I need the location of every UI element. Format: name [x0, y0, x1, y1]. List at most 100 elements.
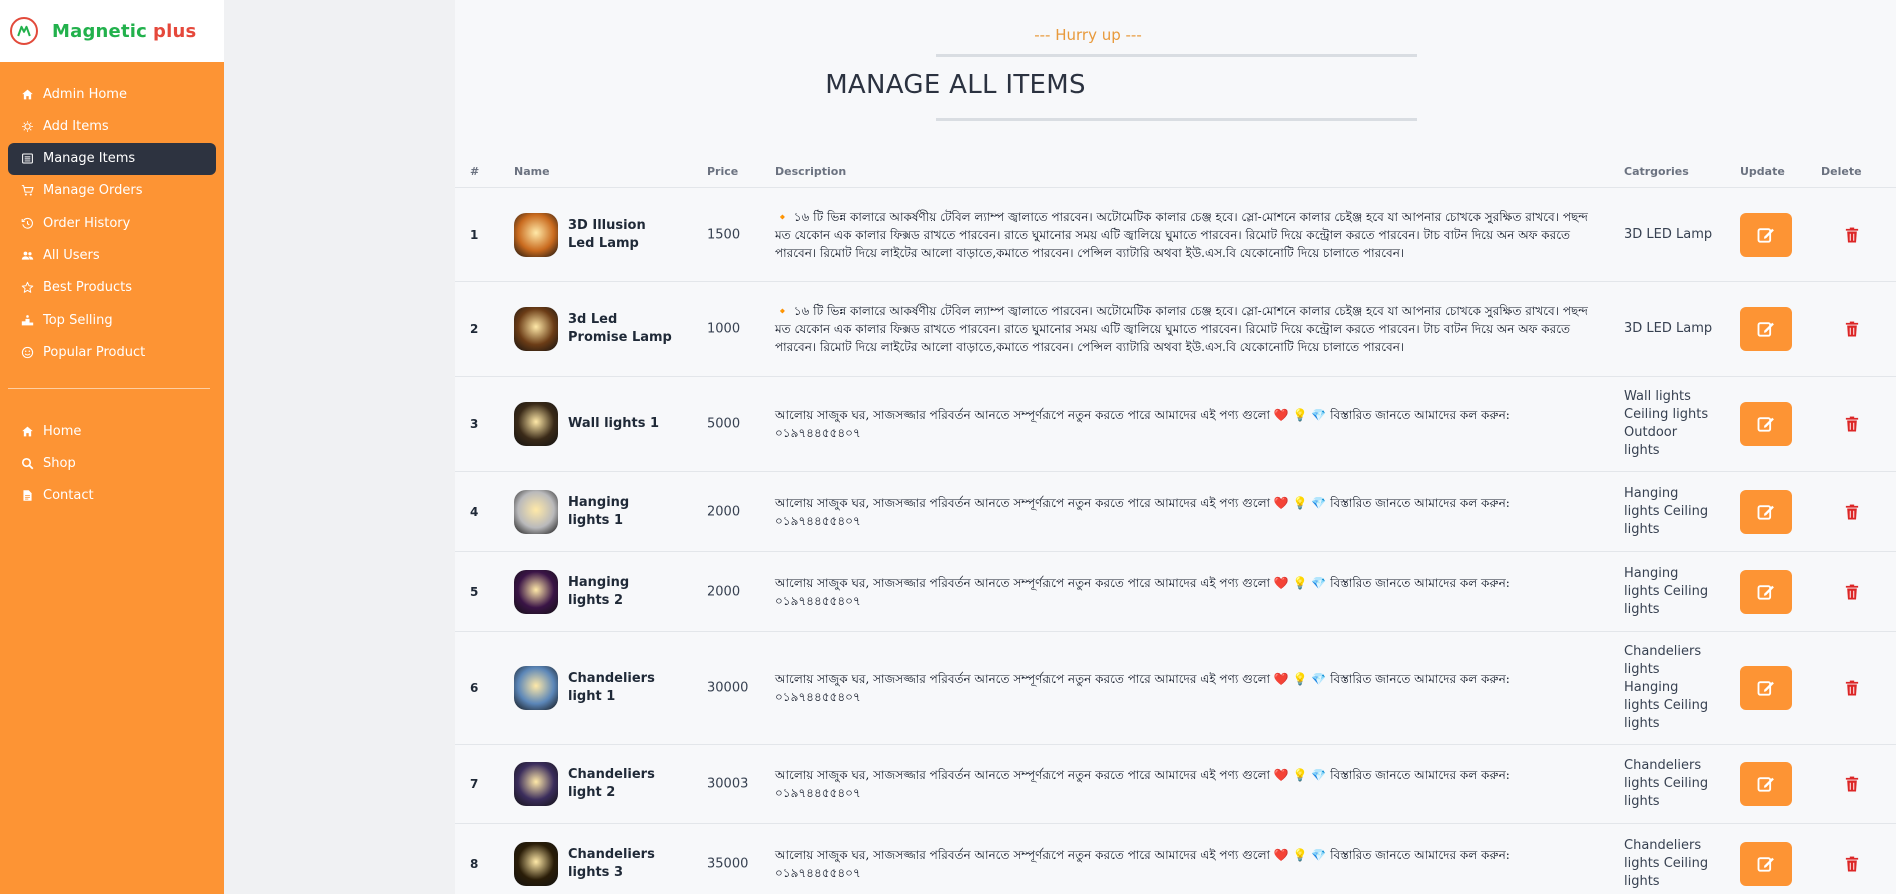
sidebar-item-shop[interactable]: Shop: [8, 448, 216, 480]
product-name: Hanging lights 1: [568, 494, 630, 528]
header-delete: Delete: [1821, 165, 1862, 178]
sidebar-item-label: Home: [43, 423, 82, 439]
table-row: 1 3D Illusion Led Lamp 1500 🔸 ১৬ টি ভিন্ন ক…: [455, 188, 1896, 282]
sidebar-item-label: Manage Items: [43, 151, 136, 167]
update-button[interactable]: [1740, 762, 1792, 806]
update-button[interactable]: [1740, 666, 1792, 710]
sidebar-item-label: Admin Home: [43, 86, 127, 102]
table-row: 5 Hanging lights 2 2000 আলোয় সাজুক ঘর, সাজ…: [455, 552, 1896, 632]
product-name: Chandeliers light 2: [568, 767, 655, 800]
bulb-icon: [20, 119, 34, 133]
title-rule-top: [936, 54, 1417, 57]
delete-button[interactable]: [1844, 855, 1860, 873]
table-row: 6 Chandeliers light 1 30000 আলোয় সাজুক ঘর,…: [455, 632, 1896, 745]
product-description: আলোয় সাজুক ঘর, সাজসজ্জার পরিবর্তন আনতে …: [775, 408, 1510, 440]
product-price: 30000: [707, 680, 749, 696]
product-price: 1000: [707, 321, 741, 337]
table-row: 8 Chandeliers lights 3 35000 আলোয় সাজুক ঘর…: [455, 824, 1896, 894]
product-thumbnail: [514, 212, 558, 257]
table-row: 2 3d Led Promise Lamp 1000 🔸 ১৬ টি ভিন্ন কা…: [455, 282, 1896, 377]
hurry-banner: --- Hurry up ---: [1034, 26, 1142, 44]
sidebar: Magnetic plus Admin Home Add Items Manage I…: [0, 0, 224, 894]
edit-icon: [1756, 319, 1776, 339]
items-table: # Name Price Description Catrgories Upda…: [455, 156, 1896, 894]
trash-icon: [1845, 584, 1859, 600]
sidebar-item-best-products[interactable]: Best Products: [8, 272, 216, 304]
sidebar-item-home[interactable]: Home: [8, 415, 216, 447]
update-button[interactable]: [1740, 569, 1792, 614]
product-name: 3d Led Promise Lamp: [568, 312, 672, 345]
delete-button[interactable]: [1844, 583, 1860, 601]
sidebar-item-popular-product[interactable]: Popular Product: [8, 336, 216, 368]
sidebar-item-contact[interactable]: Contact: [8, 480, 216, 512]
row-number: 6: [470, 681, 479, 695]
sidebar-item-order-history[interactable]: Order History: [8, 207, 216, 239]
update-button[interactable]: [1740, 212, 1792, 257]
sidebar-item-label: Popular Product: [43, 344, 146, 360]
sidebar-item-manage-orders[interactable]: Manage Orders: [8, 175, 216, 207]
sidebar-divider: [8, 388, 210, 390]
sidebar-item-admin-home[interactable]: Admin Home: [8, 78, 216, 110]
product-description: আলোয় সাজুক ঘর, সাজসজ্জার পরিবর্তন আনতে …: [775, 672, 1510, 704]
delete-button[interactable]: [1844, 415, 1860, 433]
sidebar-item-add-items[interactable]: Add Items: [8, 110, 216, 142]
sidebar-item-label: Contact: [43, 488, 94, 504]
product-price: 5000: [707, 416, 741, 432]
product-description: আলোয় সাজুক ঘর, সাজসজ্জার পরিবর্তন আনতে …: [775, 768, 1510, 800]
product-price: 1500: [707, 227, 741, 242]
header-update: Update: [1740, 165, 1785, 178]
product-name: Chandeliers light 1: [568, 671, 655, 704]
history-icon: [20, 216, 34, 230]
update-button[interactable]: [1740, 402, 1792, 446]
product-name: 3D Illusion Led Lamp: [568, 217, 646, 251]
row-number: 1: [470, 227, 479, 242]
edit-icon: [1756, 582, 1776, 602]
users-icon: [20, 248, 34, 262]
delete-button[interactable]: [1844, 503, 1860, 521]
home-icon: [20, 87, 34, 101]
header-num: #: [470, 165, 480, 178]
update-button[interactable]: [1740, 489, 1792, 534]
home-icon: [20, 424, 34, 438]
header-description: Description: [775, 165, 847, 178]
product-price: 2000: [707, 584, 741, 599]
product-description: 🔸 ১৬ টি ভিন্ন কালারে আকর্ষণীয় টেবিল ল্য…: [775, 209, 1588, 260]
sidebar-item-label: Manage Orders: [43, 183, 143, 199]
sidebar-nav-bottom: Home Shop Contact: [0, 415, 224, 512]
update-button[interactable]: [1740, 307, 1792, 351]
sidebar-item-label: Shop: [43, 456, 76, 472]
product-price: 30003: [707, 776, 749, 792]
sidebar-item-label: Best Products: [43, 280, 133, 296]
row-number: 8: [470, 857, 479, 871]
sidebar-item-top-selling[interactable]: Top Selling: [8, 304, 216, 336]
update-button[interactable]: [1740, 842, 1792, 886]
row-number: 7: [470, 777, 479, 791]
logo-icon: [10, 17, 38, 45]
product-categories: 3D LED Lamp: [1624, 226, 1713, 242]
edit-icon: [1756, 854, 1776, 874]
product-categories: Hanging lights Ceiling lights: [1624, 485, 1709, 537]
sidebar-item-manage-items[interactable]: Manage Items: [8, 142, 216, 175]
trash-icon: [1845, 416, 1859, 432]
cart-icon: [20, 184, 34, 198]
search-icon: [20, 457, 34, 471]
product-categories: Hanging lights Ceiling lights: [1624, 565, 1709, 617]
delete-button[interactable]: [1844, 226, 1860, 244]
background-gutter: [224, 0, 455, 894]
sidebar-nav-top: Admin Home Add Items Manage Items Manage Or…: [0, 78, 224, 368]
page-title: MANAGE ALL ITEMS: [825, 70, 1086, 100]
delete-button[interactable]: [1844, 679, 1860, 697]
sidebar-item-all-users[interactable]: All Users: [8, 239, 216, 271]
product-description: আলোয় সাজুক ঘর, সাজসজ্জার পরিবর্তন আনতে …: [775, 495, 1510, 528]
delete-button[interactable]: [1844, 320, 1860, 338]
sidebar-item-label: Add Items: [43, 118, 109, 134]
table-row: 7 Chandeliers light 2 30003 আলোয় সাজুক ঘর,…: [455, 745, 1896, 824]
product-thumbnail: [514, 307, 558, 351]
delete-button[interactable]: [1844, 775, 1860, 793]
product-thumbnail: [514, 842, 558, 886]
main-content: --- Hurry up --- MANAGE ALL ITEMS # Name…: [455, 0, 1896, 894]
brand[interactable]: Magnetic plus: [0, 0, 224, 62]
product-price: 2000: [707, 504, 741, 519]
product-thumbnail: [514, 402, 558, 446]
page-title-wrap: MANAGE ALL ITEMS: [455, 70, 1896, 100]
